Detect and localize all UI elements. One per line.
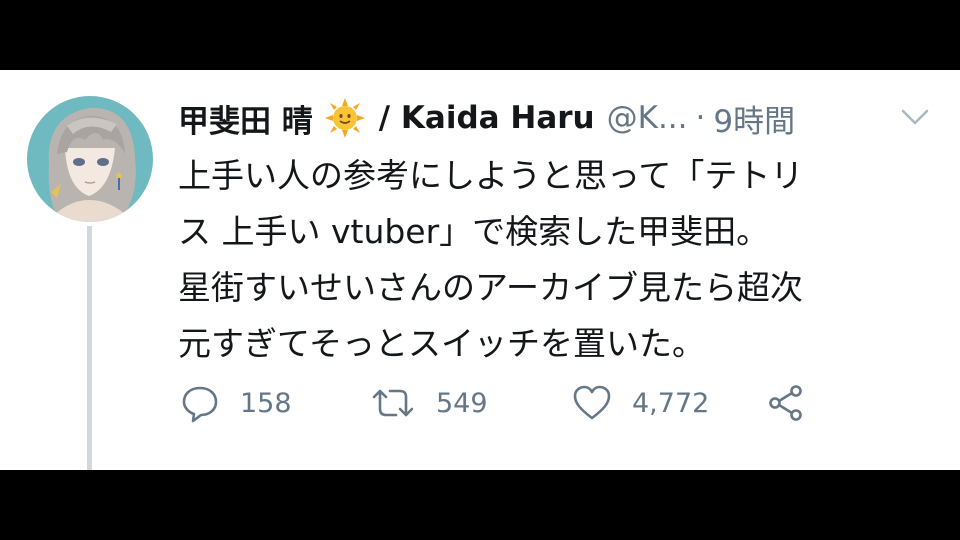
timestamp[interactable]: 9時間	[713, 96, 795, 141]
retweet-button[interactable]: 549	[370, 380, 488, 426]
like-button[interactable]: 4,772	[572, 380, 709, 426]
tweet-header: 甲斐田 晴 / Kaida Haru @K... · 9時間	[178, 96, 938, 140]
tweet-text-line: 星街すいせいさんのアーカイブ見たら超次	[178, 268, 804, 307]
heart-icon	[573, 385, 611, 420]
chevron-down-icon[interactable]	[900, 105, 930, 129]
retweet-icon	[372, 389, 414, 417]
tweet-actions: 158 549 4,772	[180, 380, 820, 426]
user-handle[interactable]: @K...	[607, 100, 688, 136]
reply-button[interactable]: 158	[180, 380, 292, 426]
thread-line	[87, 226, 92, 470]
like-count: 4,772	[632, 387, 710, 419]
avatar[interactable]	[27, 96, 153, 222]
separator-dot: ·	[695, 100, 706, 136]
tweet-text: 上手い人の参考にしようと思って「テトリ ス 上手い vtuber」で検索した甲斐…	[178, 148, 938, 372]
avatar-image	[27, 96, 153, 222]
share-button[interactable]	[766, 380, 806, 426]
retweet-count: 549	[436, 387, 488, 419]
display-name-latin[interactable]: / Kaida Haru	[379, 100, 595, 136]
display-name[interactable]: 甲斐田 晴	[178, 96, 313, 141]
share-icon	[769, 385, 802, 421]
reply-icon	[182, 386, 218, 423]
tweet-text-line: ス 上手い vtuber」で検索した甲斐田。	[178, 212, 770, 251]
tweet-card[interactable]: 甲斐田 晴 / Kaida Haru @K... · 9時間 上手い人の参考にし…	[0, 70, 960, 470]
tweet-text-line: 上手い人の参考にしようと思って「テトリ	[178, 156, 804, 195]
sun-with-face-icon	[324, 98, 365, 138]
reply-count: 158	[240, 387, 292, 419]
tweet-text-line: 元すぎてそっとスイッチを置いた。	[178, 324, 706, 363]
